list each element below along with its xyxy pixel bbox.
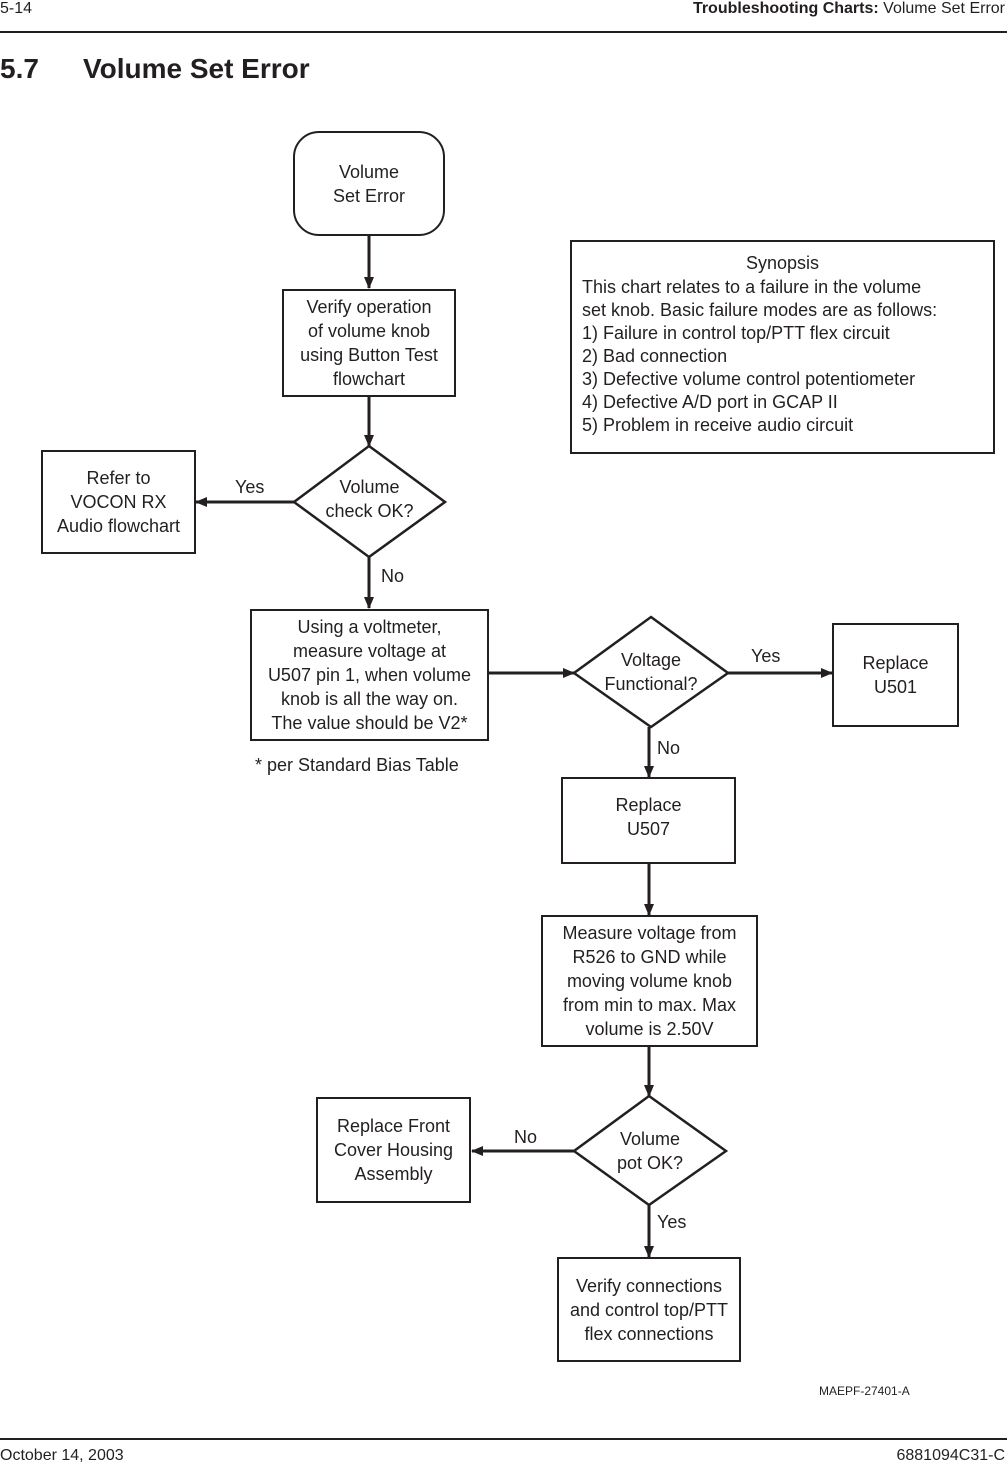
flowchart-connectors bbox=[195, 235, 833, 1258]
figure-id: MAEPF-27401-A bbox=[819, 1384, 910, 1398]
verify-connections-box: Verify connections and control top/PTT f… bbox=[557, 1257, 741, 1362]
footer-date: October 14, 2003 bbox=[0, 1447, 124, 1464]
start-node: Volume Set Error bbox=[293, 131, 445, 236]
verify-operation-box: Verify operation of volume knob using Bu… bbox=[282, 289, 456, 397]
synopsis-line: This chart relates to a failure in the v… bbox=[582, 277, 922, 297]
replace-u501-box: Replace U501 bbox=[832, 623, 959, 727]
decision-volume-check-label: Volume check OK? bbox=[325, 477, 414, 521]
edge-label-no: No bbox=[657, 738, 681, 758]
measure-r526-box: Measure voltage from R526 to GND while m… bbox=[541, 915, 758, 1047]
decision-voltage-functional-label: Voltage Functional? bbox=[604, 650, 698, 694]
synopsis-line: 3) Defective volume control potentiomete… bbox=[582, 369, 916, 389]
edge-label-no: No bbox=[514, 1127, 538, 1147]
edge-label-yes: Yes bbox=[657, 1212, 687, 1232]
footnote-bias-table: * per Standard Bias Table bbox=[255, 755, 459, 775]
synopsis-line: 2) Bad connection bbox=[582, 346, 728, 366]
synopsis-line: set knob. Basic failure modes are as fol… bbox=[582, 300, 938, 320]
synopsis-box: Synopsis This chart relates to a failure… bbox=[570, 240, 995, 454]
replace-u507-box: Replace U507 bbox=[561, 777, 736, 864]
synopsis-line: 5) Problem in receive audio circuit bbox=[582, 415, 854, 435]
synopsis-line: 4) Defective A/D port in GCAP II bbox=[582, 392, 838, 412]
edge-label-no: No bbox=[381, 566, 405, 586]
edge-label-yes: Yes bbox=[235, 477, 265, 497]
measure-u507-box: Using a voltmeter, measure voltage at U5… bbox=[250, 609, 489, 741]
refer-vocon-box: Refer to VOCON RX Audio flowchart bbox=[41, 450, 196, 554]
edge-label-yes: Yes bbox=[751, 646, 781, 666]
synopsis-title: Synopsis bbox=[745, 253, 820, 273]
footer-doc-number: 6881094C31-C bbox=[896, 1447, 1005, 1464]
footer-rule bbox=[0, 1438, 1007, 1440]
decision-volume-pot-label: Volume pot OK? bbox=[616, 1129, 684, 1173]
replace-front-cover-box: Replace Front Cover Housing Assembly bbox=[316, 1097, 471, 1203]
synopsis-line: 1) Failure in control top/PTT flex circu… bbox=[582, 323, 890, 343]
